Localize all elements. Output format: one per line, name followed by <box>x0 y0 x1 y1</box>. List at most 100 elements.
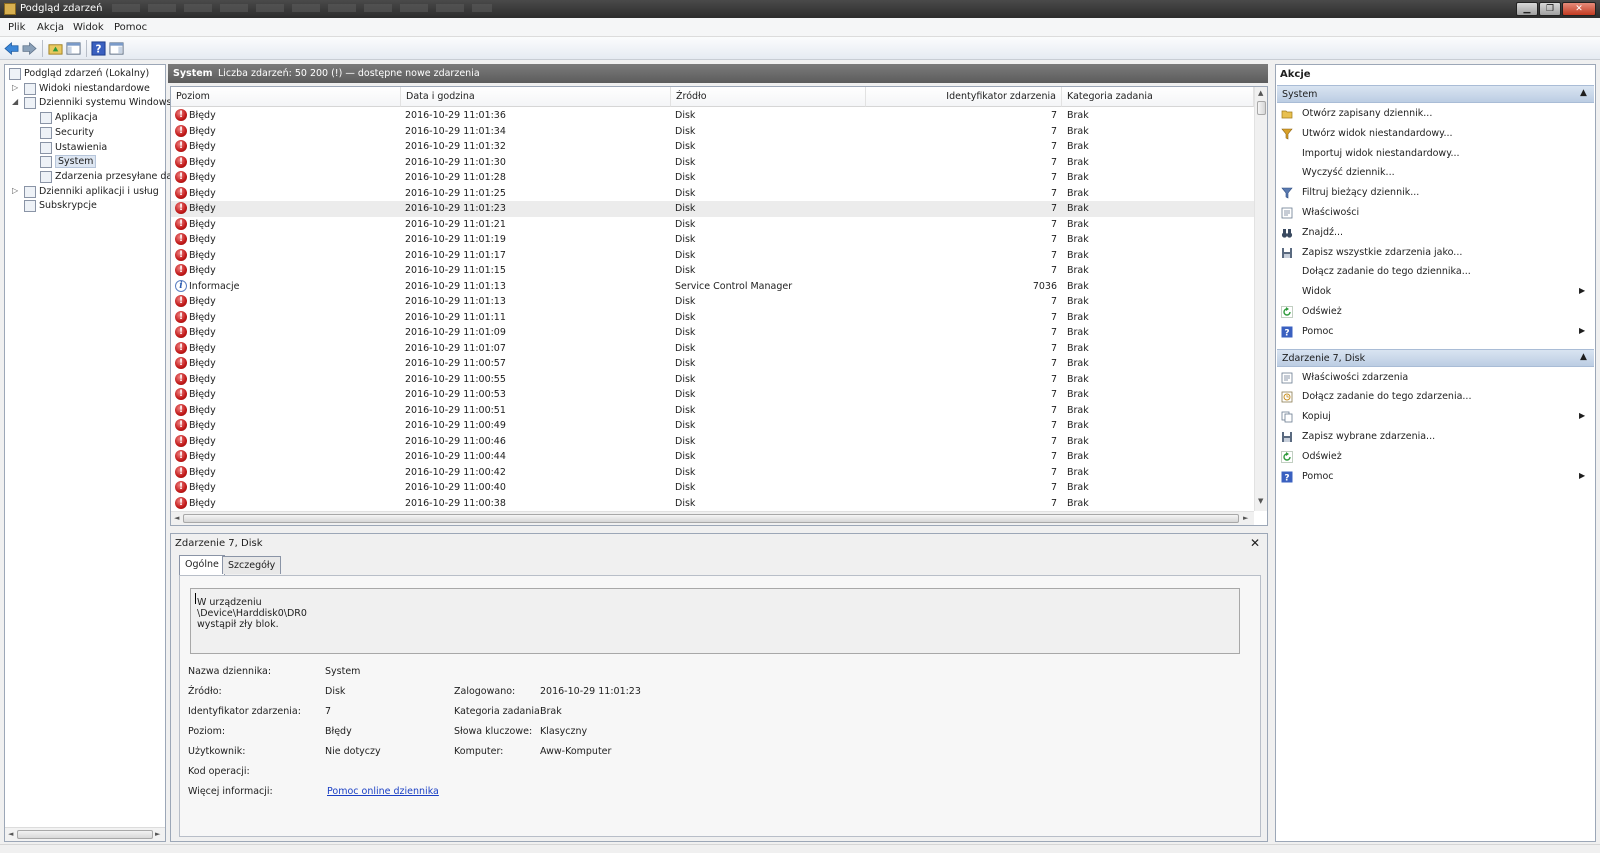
back-arrow-icon[interactable] <box>4 41 19 56</box>
table-row[interactable]: ! Błędy 2016-10-29 11:01:11 Disk 7 Brak <box>171 310 1254 326</box>
close-window-button[interactable]: ✕ <box>1562 2 1596 16</box>
cell-date: 2016-10-29 11:00:57 <box>405 358 506 369</box>
tree-expander-icon[interactable]: ▷ <box>12 186 18 195</box>
help-icon[interactable]: ? <box>91 41 106 56</box>
up-folder-icon[interactable] <box>48 41 63 56</box>
table-row[interactable]: ! Błędy 2016-10-29 11:01:36 Disk 7 Brak <box>171 108 1254 124</box>
column-header-level[interactable]: Poziom <box>171 87 401 107</box>
tree-horizontal-scrollbar[interactable]: ◄ ► <box>5 827 165 841</box>
minimize-button[interactable]: ▁ <box>1516 2 1538 16</box>
table-row[interactable]: ! Błędy 2016-10-29 11:00:53 Disk 7 Brak <box>171 387 1254 403</box>
cell-level: Błędy <box>189 389 216 400</box>
menu-widok[interactable]: Widok <box>73 22 104 33</box>
menu-pomoc[interactable]: Pomoc <box>114 22 147 33</box>
tab-details[interactable]: Szczegóły <box>222 556 282 574</box>
menu-plik[interactable]: Plik <box>8 22 25 33</box>
cell-source: Disk <box>675 125 696 137</box>
actions-section-header[interactable]: System ▲ <box>1277 85 1594 103</box>
table-row[interactable]: ! Błędy 2016-10-29 11:01:28 Disk 7 Brak <box>171 170 1254 186</box>
table-row[interactable]: ! Błędy 2016-10-29 11:01:07 Disk 7 Brak <box>171 341 1254 357</box>
action-item[interactable]: Wyczyść dziennik... <box>1277 164 1594 183</box>
action-item[interactable]: Odśwież <box>1277 448 1594 467</box>
table-row[interactable]: ! Błędy 2016-10-29 11:01:19 Disk 7 Brak <box>171 232 1254 248</box>
forward-arrow-icon[interactable] <box>22 41 37 56</box>
action-item[interactable]: Zapisz wybrane zdarzenia... <box>1277 428 1594 447</box>
table-row[interactable]: ! Błędy 2016-10-29 11:01:25 Disk 7 Brak <box>171 186 1254 202</box>
cell-level: Błędy <box>189 327 216 338</box>
refresh-icon <box>1281 306 1293 318</box>
table-row[interactable]: ! Błędy 2016-10-29 11:01:21 Disk 7 Brak <box>171 217 1254 233</box>
events-vertical-scrollbar[interactable]: ▲ ▼ <box>1254 87 1267 511</box>
table-row[interactable]: ! Błędy 2016-10-29 11:01:17 Disk 7 Brak <box>171 248 1254 264</box>
action-item[interactable]: Filtruj bieżący dziennik... <box>1277 184 1594 203</box>
error-icon: ! <box>175 233 187 245</box>
cell-level: Błędy <box>189 156 216 168</box>
table-row[interactable]: i Informacje 2016-10-29 11:01:13 Service Co… <box>171 279 1254 295</box>
table-row[interactable]: ! Błędy 2016-10-29 11:00:44 Disk 7 Brak <box>171 449 1254 465</box>
action-item[interactable]: Właściwości zdarzenia <box>1277 369 1594 388</box>
cell-date: 2016-10-29 11:00:51 <box>405 404 506 416</box>
table-row[interactable]: ! Błędy 2016-10-29 11:00:57 Disk 7 Brak <box>171 356 1254 372</box>
action-item[interactable]: Zapisz wszystkie zdarzenia jako... <box>1277 244 1594 263</box>
action-item[interactable]: Otwórz zapisany dziennik... <box>1277 105 1594 124</box>
cell-date: 2016-10-29 11:01:25 <box>405 187 506 199</box>
action-item[interactable]: Znajdź... <box>1277 224 1594 243</box>
tab-general[interactable]: Ogólne <box>179 555 225 575</box>
table-row[interactable]: ! Błędy 2016-10-29 11:01:09 Disk 7 Brak <box>171 325 1254 341</box>
column-header-date[interactable]: Data i godzina <box>401 87 671 107</box>
table-row[interactable]: ! Błędy 2016-10-29 11:01:15 Disk 7 Brak <box>171 263 1254 279</box>
table-row[interactable]: ! Błędy 2016-10-29 11:01:34 Disk 7 Brak <box>171 124 1254 140</box>
table-row[interactable]: ! Błędy 2016-10-29 11:00:40 Disk 7 Brak <box>171 480 1254 496</box>
table-row[interactable]: ! Błędy 2016-10-29 11:00:46 Disk 7 Brak <box>171 434 1254 450</box>
cell-id: 7 <box>1050 342 1057 354</box>
column-header-source[interactable]: Źródło <box>671 87 866 107</box>
tree-expander-icon[interactable]: ◢ <box>12 97 18 106</box>
action-item[interactable]: ? Pomoc ▶ <box>1277 323 1594 342</box>
log-name: System <box>173 68 213 79</box>
collapse-icon[interactable]: ▲ <box>1580 352 1587 362</box>
table-row[interactable]: ! Błędy 2016-10-29 11:00:51 Disk 7 Brak <box>171 403 1254 419</box>
label-level: Poziom: <box>188 726 226 737</box>
close-detail-icon[interactable]: ✕ <box>1250 536 1260 550</box>
action-item[interactable]: Dołącz zadanie do tego zdarzenia... <box>1277 388 1594 407</box>
table-row[interactable]: ! Błędy 2016-10-29 11:01:13 Disk 7 Brak <box>171 294 1254 310</box>
maximize-button[interactable]: ❐ <box>1539 2 1561 16</box>
column-header-event-id[interactable]: Identyfikator zdarzenia <box>866 87 1062 107</box>
table-row[interactable]: ! Błędy 2016-10-29 11:00:38 Disk 7 Brak <box>171 496 1254 512</box>
tree-expander-icon[interactable]: ▷ <box>12 83 18 92</box>
action-item[interactable]: Widok ▶ <box>1277 283 1594 302</box>
collapse-icon[interactable]: ▲ <box>1580 88 1587 98</box>
action-item[interactable]: Utwórz widok niestandardowy... <box>1277 125 1594 144</box>
cell-date: 2016-10-29 11:01:34 <box>405 125 506 137</box>
column-header-task-category[interactable]: Kategoria zadania <box>1062 87 1254 107</box>
action-item[interactable]: Dołącz zadanie do tego dziennika... <box>1277 263 1594 282</box>
scroll-left-icon[interactable]: ◄ <box>8 830 13 838</box>
table-row[interactable]: ! Błędy 2016-10-29 11:01:23 Disk 7 Brak <box>171 201 1254 217</box>
actions-section-header[interactable]: Zdarzenie 7, Disk ▲ <box>1277 348 1594 367</box>
event-description-box[interactable]: W urządzeniu \Device\Harddisk0\DR0 wystą… <box>190 588 1240 654</box>
show-hide-console-tree-icon[interactable] <box>66 41 81 56</box>
table-row[interactable]: ! Błędy 2016-10-29 11:01:30 Disk 7 Brak <box>171 155 1254 171</box>
table-row[interactable]: ! Błędy 2016-10-29 11:00:55 Disk 7 Brak <box>171 372 1254 388</box>
action-label: Zapisz wybrane zdarzenia... <box>1302 431 1436 442</box>
event-detail-panel: Zdarzenie 7, Disk ✕ Ogólne Szczegóły W u… <box>170 533 1268 842</box>
scrollbar-thumb[interactable] <box>183 514 1239 523</box>
online-help-link[interactable]: Pomoc online dziennika <box>327 786 439 797</box>
events-horizontal-scrollbar[interactable]: ◄ ► <box>171 511 1254 525</box>
show-hide-action-pane-icon[interactable] <box>109 41 124 56</box>
menu-akcja[interactable]: Akcja <box>37 22 64 33</box>
scrollbar-thumb[interactable] <box>17 830 153 839</box>
cell-id: 7 <box>1050 249 1057 261</box>
scroll-right-icon[interactable]: ► <box>155 830 160 838</box>
action-item[interactable]: Importuj widok niestandardowy... <box>1277 145 1594 164</box>
action-item[interactable]: Odśwież <box>1277 303 1594 322</box>
save-icon <box>1281 431 1293 443</box>
save-icon <box>1281 247 1293 259</box>
scrollbar-thumb[interactable] <box>1257 101 1266 115</box>
table-row[interactable]: ! Błędy 2016-10-29 11:00:49 Disk 7 Brak <box>171 418 1254 434</box>
action-item[interactable]: Kopiuj ▶ <box>1277 408 1594 427</box>
action-item[interactable]: ? Pomoc ▶ <box>1277 468 1594 487</box>
table-row[interactable]: ! Błędy 2016-10-29 11:01:32 Disk 7 Brak <box>171 139 1254 155</box>
action-item[interactable]: Właściwości <box>1277 204 1594 223</box>
table-row[interactable]: ! Błędy 2016-10-29 11:00:42 Disk 7 Brak <box>171 465 1254 481</box>
